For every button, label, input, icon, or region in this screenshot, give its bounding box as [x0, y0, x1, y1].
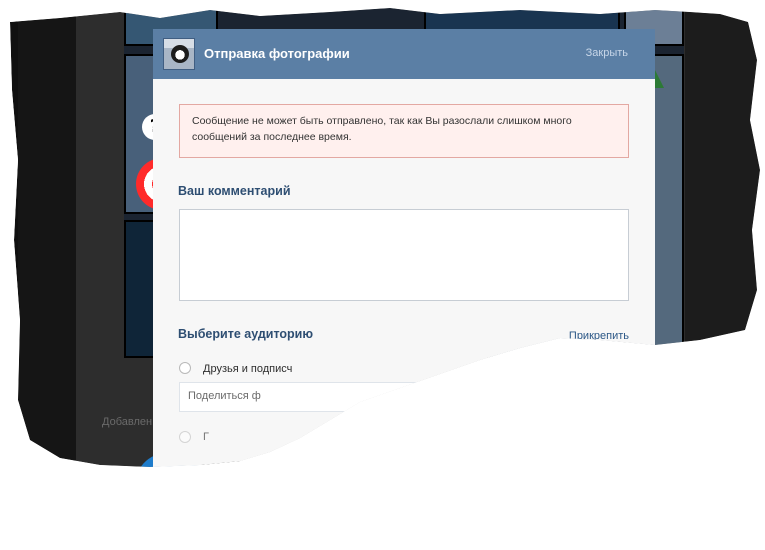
error-message-box: Сообщение не может быть отправлено, так … [179, 104, 629, 158]
friends-followers-label: Друзья и подписч [203, 363, 293, 375]
avatar [163, 38, 195, 70]
second-audience-radio[interactable] [179, 431, 191, 443]
husky-avatar-image [171, 45, 189, 63]
modal-header: Отправка фотографии Закрыть [153, 29, 655, 79]
friends-followers-radio[interactable] [179, 362, 191, 374]
comment-textarea[interactable] [179, 209, 629, 301]
second-audience-label: Г [203, 431, 209, 443]
error-message-text: Сообщение не может быть отправлено, так … [192, 115, 572, 143]
audience-label: Выберите аудиторию [178, 327, 314, 341]
close-link[interactable]: Закрыть [586, 47, 628, 59]
left-shadow-strip [18, 8, 76, 467]
modal-title: Отправка фотографии [204, 46, 350, 61]
red-splash [148, 514, 208, 550]
background-added-label: Добавлен [102, 416, 153, 428]
comment-label: Ваш комментарий [178, 184, 291, 198]
